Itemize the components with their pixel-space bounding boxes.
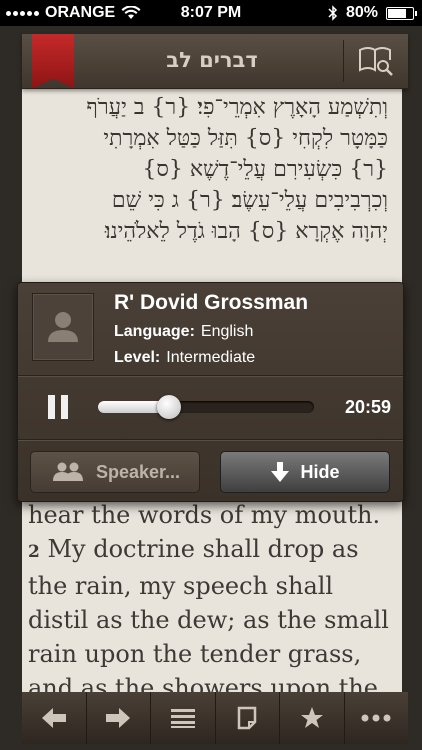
note-icon xyxy=(238,706,257,730)
battery-percent: 80% xyxy=(345,4,378,21)
bottom-toolbar xyxy=(22,692,408,744)
star-icon xyxy=(300,707,323,728)
progress-slider[interactable] xyxy=(98,401,314,413)
hebrew-text: וְתִשְׁמַע הָאָרֶץ אִמְרֵי־פִי׃ {ר} ב יַ… xyxy=(22,88,402,247)
arrow-left-icon xyxy=(41,708,66,728)
back-button[interactable] xyxy=(22,692,87,744)
hide-button-label: Hide xyxy=(300,461,340,482)
favorite-button[interactable] xyxy=(280,692,345,744)
arrow-down-icon xyxy=(271,462,290,482)
level-row: Level: Intermediate xyxy=(114,349,308,367)
level-label: Level: xyxy=(114,349,161,366)
status-bar: ORANGE 8:07 PM 80% xyxy=(0,0,422,26)
avatar xyxy=(32,293,94,361)
hebrew-line: וְכִרְבִיבִים עֲלֵי־עֵשֶׂב׃ {ר} ג כִּי ש… xyxy=(111,188,388,213)
language-row: Language: English xyxy=(114,323,308,341)
more-icon xyxy=(361,714,391,722)
slider-thumb[interactable] xyxy=(157,395,182,419)
divider xyxy=(18,439,403,440)
arrow-right-icon xyxy=(106,708,131,728)
divider xyxy=(18,375,403,376)
hebrew-line: יְהוָה אֶקְרָא {ס} הָבוּ גֹדֶל לֵאלֹהֵינ… xyxy=(104,219,388,244)
speaker-button[interactable]: Speaker... xyxy=(30,451,200,493)
pause-icon[interactable] xyxy=(48,395,70,419)
person-icon xyxy=(48,312,78,342)
hebrew-line: {ר} כִּשְׂעִירִם עֲלֵי־דֶשֶׁא {ס} xyxy=(142,157,388,182)
hebrew-line: כַּמָּטָר לִקְחִי {ס} תִּזַּל כַּטַּל אִ… xyxy=(103,126,388,151)
forward-button[interactable] xyxy=(87,692,151,744)
verse-number: 2 xyxy=(28,542,40,562)
speaker-button-label: Speaker... xyxy=(95,461,181,482)
bluetooth-icon xyxy=(328,5,338,21)
bookmark-ribbon-icon[interactable] xyxy=(32,34,74,88)
audio-player: R' Dovid Grossman Language: English Level… xyxy=(17,282,404,502)
list-icon xyxy=(170,709,195,728)
language-label: Language: xyxy=(114,323,195,340)
language-value: English xyxy=(200,323,254,340)
nav-divider xyxy=(343,40,344,82)
speaker-name: R' Dovid Grossman xyxy=(114,291,309,314)
verse-text: My doctrine shall drop as the rain, my s… xyxy=(28,535,389,700)
people-icon xyxy=(52,462,83,481)
notes-button[interactable] xyxy=(216,692,280,744)
nav-bar: דברים לב xyxy=(22,34,408,89)
contents-button[interactable] xyxy=(151,692,216,744)
nav-title: דברים לב xyxy=(166,48,258,72)
hebrew-line: וְתִשְׁמַע הָאָרֶץ אִמְרֵי־פִי׃ {ר} ב יַ… xyxy=(86,95,388,120)
english-text: hear the words of my mouth. 2 My doctrin… xyxy=(28,498,398,700)
book-search-icon[interactable] xyxy=(356,44,396,78)
battery-icon xyxy=(386,6,417,20)
speaker-info: R' Dovid Grossman Language: English Level… xyxy=(114,291,308,367)
hide-button[interactable]: Hide xyxy=(220,451,390,493)
level-value: Intermediate xyxy=(166,349,256,366)
more-button[interactable] xyxy=(345,692,409,744)
playback-time: 20:59 xyxy=(344,397,391,417)
english-line: hear the words of my mouth. xyxy=(28,501,381,529)
